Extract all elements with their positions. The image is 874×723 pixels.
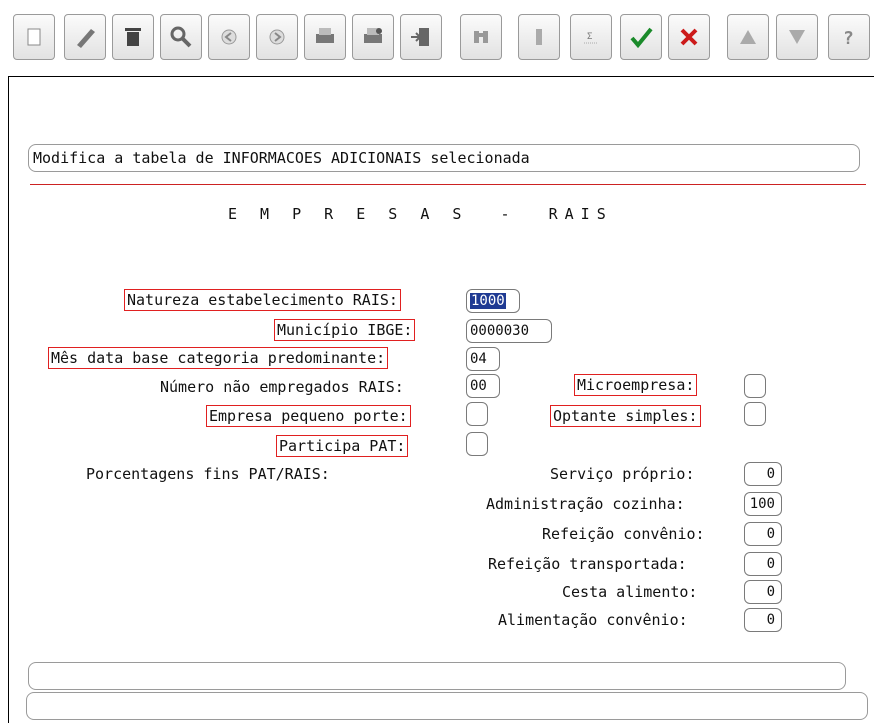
label-mes-data-base: Mês data base categoria predominante: <box>48 347 389 369</box>
participa-pat-field[interactable] <box>466 432 488 456</box>
sum-icon: Σ <box>584 32 598 44</box>
svg-text:Σ: Σ <box>587 32 592 42</box>
servico-proprio-field[interactable]: 0 <box>744 462 782 486</box>
label-participa-pat: Participa PAT: <box>276 435 409 457</box>
refeicao-transportada-field[interactable]: 0 <box>744 552 782 576</box>
cancel-button[interactable] <box>668 14 710 60</box>
help-icon: ? <box>843 28 854 49</box>
pequeno-porte-field[interactable] <box>466 402 488 426</box>
next-button[interactable] <box>256 14 298 60</box>
binoculars-button[interactable] <box>460 14 502 60</box>
label-servico-proprio: Serviço próprio: <box>550 465 695 483</box>
label-adm-cozinha: Administração cozinha: <box>486 495 685 513</box>
adm-cozinha-field[interactable]: 100 <box>744 492 782 516</box>
natureza-field[interactable]: 1000 <box>466 289 520 313</box>
new-icon <box>27 28 41 46</box>
confirm-icon <box>630 27 653 49</box>
label-porcentagens: Porcentagens fins PAT/RAIS: <box>86 465 330 483</box>
cancel-icon <box>680 28 698 46</box>
label-optante-simples: Optante simples: <box>550 405 701 427</box>
refeicao-convenio-field[interactable]: 0 <box>744 522 782 546</box>
svg-text:?: ? <box>843 28 854 49</box>
delete-button[interactable] <box>112 14 154 60</box>
print-button[interactable] <box>304 14 346 60</box>
search-icon <box>170 26 192 48</box>
down-icon <box>789 30 805 44</box>
print-preview-button[interactable] <box>352 14 394 60</box>
optante-simples-field[interactable] <box>744 402 766 426</box>
toolbar: Σ ? <box>0 0 874 76</box>
label-municipio: Município IBGE: <box>274 319 416 341</box>
up-icon <box>740 30 756 44</box>
alimentacao-convenio-field[interactable]: 0 <box>744 608 782 632</box>
confirm-button[interactable] <box>620 14 662 60</box>
status-bar-1 <box>28 662 846 690</box>
label-alimentacao-convenio: Alimentação convênio: <box>498 611 688 629</box>
label-cesta-alimento: Cesta alimento: <box>562 583 698 601</box>
label-nao-empregados: Número não empregados RAIS: <box>160 378 404 396</box>
one-icon <box>536 29 542 45</box>
up-button[interactable] <box>727 14 769 60</box>
previous-button[interactable] <box>208 14 250 60</box>
municipio-field[interactable]: 0000030 <box>466 319 552 343</box>
binoculars-icon <box>474 31 488 43</box>
next-icon <box>269 29 285 45</box>
microempresa-field[interactable] <box>744 374 766 398</box>
label-microempresa: Microempresa: <box>574 374 698 396</box>
edit-button[interactable] <box>64 14 106 60</box>
one-button[interactable] <box>518 14 560 60</box>
cesta-alimento-field[interactable]: 0 <box>744 580 782 604</box>
nao-empregados-field[interactable]: 00 <box>466 374 500 398</box>
print-icon <box>316 28 334 43</box>
status-bar-2 <box>26 692 868 720</box>
label-natureza: Natureza estabelecimento RAIS: <box>124 289 401 311</box>
down-button[interactable] <box>776 14 818 60</box>
delete-icon <box>125 28 141 46</box>
label-pequeno-porte: Empresa pequeno porte: <box>206 405 411 427</box>
print-preview-icon <box>364 28 382 43</box>
message-bar: Modifica a tabela de INFORMACOES ADICION… <box>28 144 860 172</box>
label-refeicao-transportada: Refeição transportada: <box>488 555 687 573</box>
exit-icon <box>411 28 429 46</box>
label-refeicao-convenio: Refeição convênio: <box>542 525 705 543</box>
exit-button[interactable] <box>400 14 442 60</box>
new-button[interactable] <box>13 14 55 60</box>
mes-data-base-field[interactable]: 04 <box>466 347 500 371</box>
previous-icon <box>221 29 237 45</box>
edit-icon <box>77 29 95 48</box>
help-button[interactable]: ? <box>828 14 870 60</box>
page-title: E M P R E S A S - RAIS <box>228 205 613 223</box>
sum-button[interactable]: Σ <box>570 14 612 60</box>
search-button[interactable] <box>160 14 202 60</box>
separator-line <box>30 184 866 185</box>
